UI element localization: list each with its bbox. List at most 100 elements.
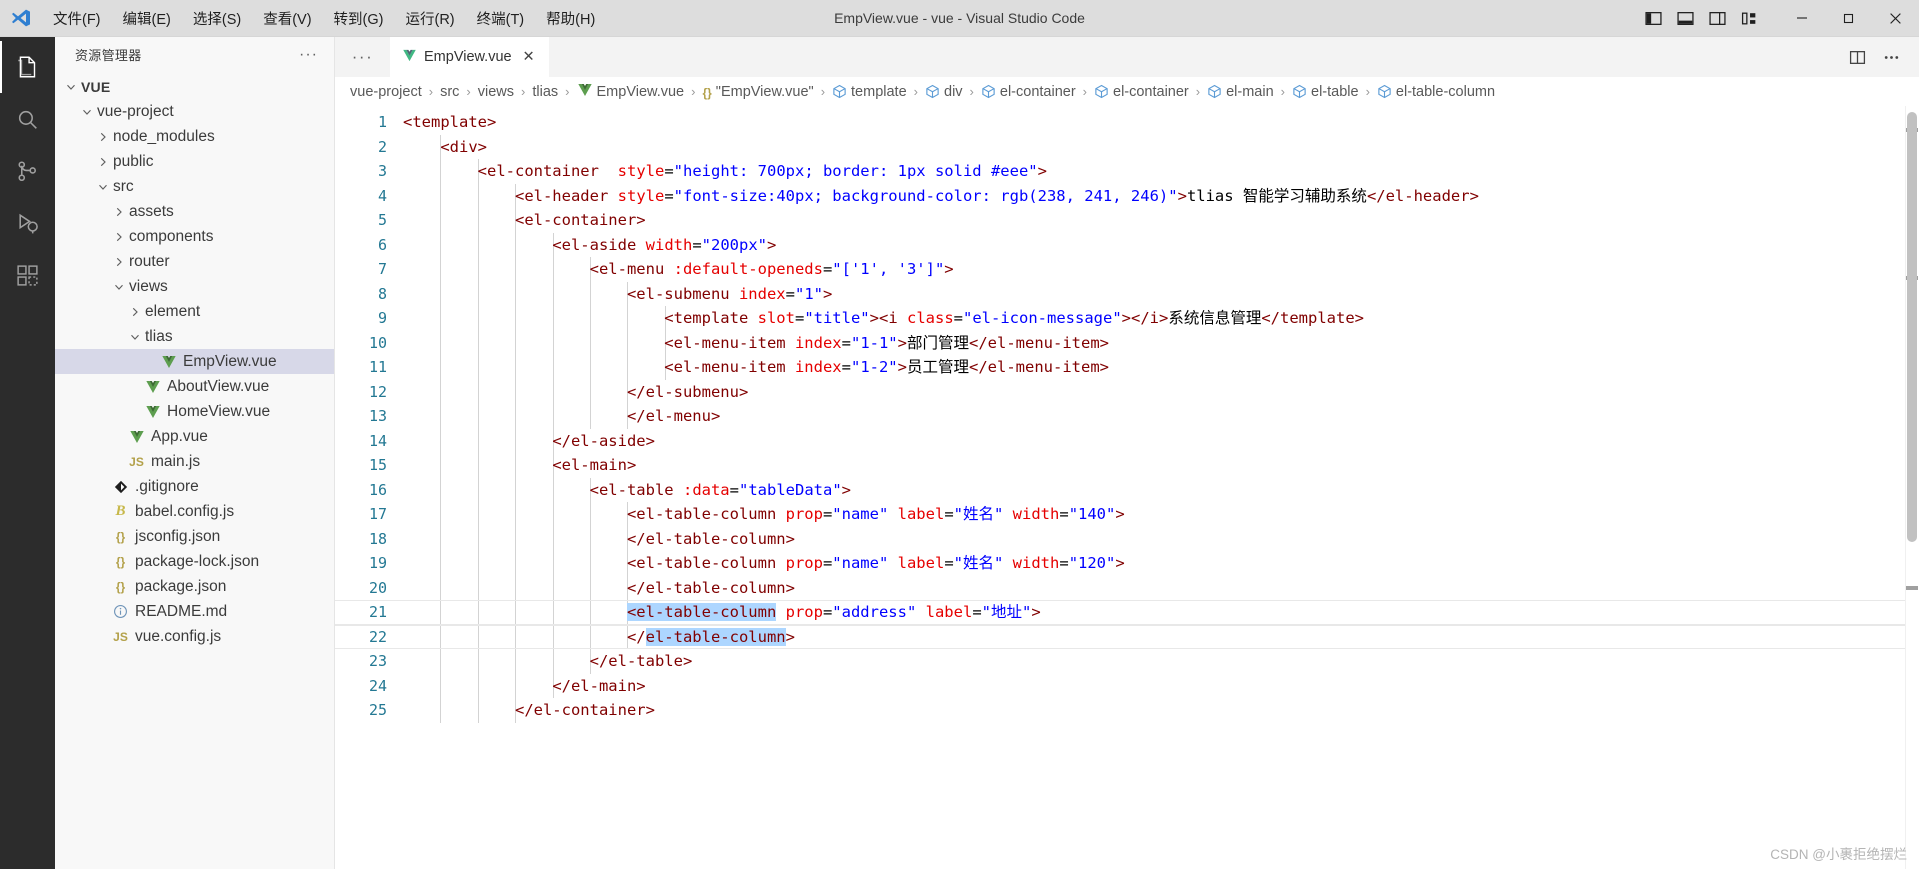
tree-item-homeview-vue[interactable]: HomeView.vue: [55, 399, 334, 424]
editor-scrollbar[interactable]: [1905, 106, 1919, 869]
code-line[interactable]: <el-submenu index="1">: [403, 282, 1905, 307]
explorer-more-actions-icon[interactable]: ···: [299, 46, 328, 62]
code-line[interactable]: </el-menu>: [403, 404, 1905, 429]
toggle-primary-sidebar-icon[interactable]: [1638, 3, 1668, 33]
breadcrumb-item-div[interactable]: div: [924, 84, 964, 100]
menu-edit[interactable]: 编辑(E): [112, 0, 182, 36]
code-line[interactable]: <el-container>: [403, 208, 1905, 233]
breadcrumb-item-el-container[interactable]: el-container: [980, 84, 1077, 100]
tree-item-app-vue[interactable]: App.vue: [55, 424, 334, 449]
chevron-down-icon[interactable]: [79, 105, 95, 119]
code-line[interactable]: </el-main>: [403, 674, 1905, 699]
menu-help[interactable]: 帮助(H): [535, 0, 606, 36]
code-line[interactable]: <el-table-column prop="name" label="姓名" …: [403, 551, 1905, 576]
menu-terminal[interactable]: 终端(T): [466, 0, 536, 36]
vertical-scrollbar-thumb[interactable]: [1907, 112, 1917, 542]
code-line[interactable]: <div>: [403, 135, 1905, 160]
code-line[interactable]: <el-menu-item index="1-2">员工管理</el-menu-…: [403, 355, 1905, 380]
code-line[interactable]: </el-table-column>: [403, 527, 1905, 552]
tree-item-tlias[interactable]: tlias: [55, 324, 334, 349]
tree-item-components[interactable]: components: [55, 224, 334, 249]
breadcrumb-item-empview-vue[interactable]: {} "EmpView.vue": [701, 84, 814, 100]
breadcrumb-item-template[interactable]: template: [831, 84, 908, 100]
code-line[interactable]: <template slot="title"><i class="el-icon…: [403, 306, 1905, 331]
code-line[interactable]: </el-container>: [403, 698, 1905, 723]
chevron-down-icon[interactable]: [95, 180, 111, 194]
code-line[interactable]: </el-submenu>: [403, 380, 1905, 405]
toggle-panel-icon[interactable]: [1670, 3, 1700, 33]
breadcrumb-item-empview-vue[interactable]: EmpView.vue: [576, 82, 686, 102]
code-line[interactable]: </el-table>: [403, 649, 1905, 674]
tree-item-package-lock-json[interactable]: {} package-lock.json: [55, 549, 334, 574]
minimize-button[interactable]: [1778, 0, 1825, 37]
tree-item-assets[interactable]: assets: [55, 199, 334, 224]
activity-source-control[interactable]: [0, 145, 55, 197]
breadcrumb-item-el-table-column[interactable]: el-table-column: [1376, 84, 1496, 100]
maximize-button[interactable]: [1825, 0, 1872, 37]
code-scroll-area[interactable]: 1 2 3 4 5 6 7 8 9 10 11 12 13 14 15 16 17 18 19 20 21 22 23 24 2…: [335, 106, 1919, 869]
tree-item-vue-config-js[interactable]: JS vue.config.js: [55, 624, 334, 649]
tabs-more-actions-icon[interactable]: ···: [335, 37, 390, 77]
chevron-right-icon[interactable]: [111, 205, 127, 219]
close-button[interactable]: [1872, 0, 1919, 37]
editor-more-actions-icon[interactable]: [1877, 43, 1905, 71]
chevron-right-icon[interactable]: [111, 255, 127, 269]
activity-run-and-debug[interactable]: [0, 197, 55, 249]
activity-explorer[interactable]: [0, 41, 55, 93]
tree-item-readme-md[interactable]: README.md: [55, 599, 334, 624]
code-line[interactable]: <template>: [403, 110, 1905, 135]
tree-item-main-js[interactable]: JS main.js: [55, 449, 334, 474]
tree-item-package-json[interactable]: {} package.json: [55, 574, 334, 599]
tree-item-src[interactable]: src: [55, 174, 334, 199]
chevron-right-icon[interactable]: [95, 155, 111, 169]
tree-item-public[interactable]: public: [55, 149, 334, 174]
code-line[interactable]: </el-aside>: [403, 429, 1905, 454]
code-editor[interactable]: 1 2 3 4 5 6 7 8 9 10 11 12 13 14 15 16 17 18 19 20 21 22 23 24 2…: [335, 106, 1919, 869]
tab-close-icon[interactable]: ✕: [519, 47, 539, 67]
breadcrumb-item-el-container[interactable]: el-container: [1093, 84, 1190, 100]
tree-item-element[interactable]: element: [55, 299, 334, 324]
code-line[interactable]: <el-table-column prop="name" label="姓名" …: [403, 502, 1905, 527]
menu-run[interactable]: 运行(R): [394, 0, 465, 36]
code-line[interactable]: <el-table-column prop="address" label="地…: [335, 600, 1919, 625]
breadcrumb-item-vue-project[interactable]: vue-project: [349, 84, 423, 100]
code-line[interactable]: <el-aside width="200px">: [403, 233, 1905, 258]
tab-empview-vue[interactable]: EmpView.vue ✕: [390, 37, 550, 77]
tree-item-jsconfig-json[interactable]: {} jsconfig.json: [55, 524, 334, 549]
tree-item-babel-config-js[interactable]: Bbabel.config.js: [55, 499, 334, 524]
tree-item-aboutview-vue[interactable]: AboutView.vue: [55, 374, 334, 399]
activity-extensions[interactable]: [0, 249, 55, 301]
code-line[interactable]: </el-table-column>: [403, 576, 1905, 601]
code-line[interactable]: <el-table :data="tableData">: [403, 478, 1905, 503]
breadcrumb[interactable]: vue-project › src › views › tlias › EmpView.vue ›…: [335, 77, 1919, 106]
menu-file[interactable]: 文件(F): [42, 0, 112, 36]
menu-view[interactable]: 查看(V): [252, 0, 322, 36]
code-line[interactable]: <el-container style="height: 700px; bord…: [403, 159, 1905, 184]
menu-selection[interactable]: 选择(S): [182, 0, 252, 36]
breadcrumb-item-views[interactable]: views: [477, 84, 515, 100]
chevron-down-icon[interactable]: [63, 80, 79, 94]
breadcrumb-item-el-table[interactable]: el-table: [1291, 84, 1360, 100]
breadcrumb-item-src[interactable]: src: [439, 84, 460, 100]
file-tree[interactable]: VUE vue-project node_modules public src asset…: [55, 72, 334, 869]
split-editor-icon[interactable]: [1843, 43, 1871, 71]
toggle-secondary-sidebar-icon[interactable]: [1702, 3, 1732, 33]
chevron-right-icon[interactable]: [111, 230, 127, 244]
code-line[interactable]: <el-menu :default-openeds="['1', '3']">: [403, 257, 1905, 282]
chevron-right-icon[interactable]: [127, 305, 143, 319]
breadcrumb-item-tlias[interactable]: tlias: [531, 84, 559, 100]
customize-layout-icon[interactable]: [1734, 3, 1764, 33]
tree-item-empview-vue[interactable]: EmpView.vue: [55, 349, 334, 374]
chevron-right-icon[interactable]: [95, 130, 111, 144]
code-lines[interactable]: <template> <div> <el-container style="he…: [335, 106, 1919, 869]
chevron-down-icon[interactable]: [111, 280, 127, 294]
tree-item-vue[interactable]: VUE: [55, 74, 334, 99]
tree-item-views[interactable]: views: [55, 274, 334, 299]
chevron-down-icon[interactable]: [127, 330, 143, 344]
code-line[interactable]: <el-header style="font-size:40px; backgr…: [403, 184, 1905, 209]
code-line[interactable]: <el-main>: [403, 453, 1905, 478]
tree-item-node-modules[interactable]: node_modules: [55, 124, 334, 149]
breadcrumb-item-el-main[interactable]: el-main: [1206, 84, 1275, 100]
activity-search[interactable]: [0, 93, 55, 145]
menu-go[interactable]: 转到(G): [323, 0, 395, 36]
